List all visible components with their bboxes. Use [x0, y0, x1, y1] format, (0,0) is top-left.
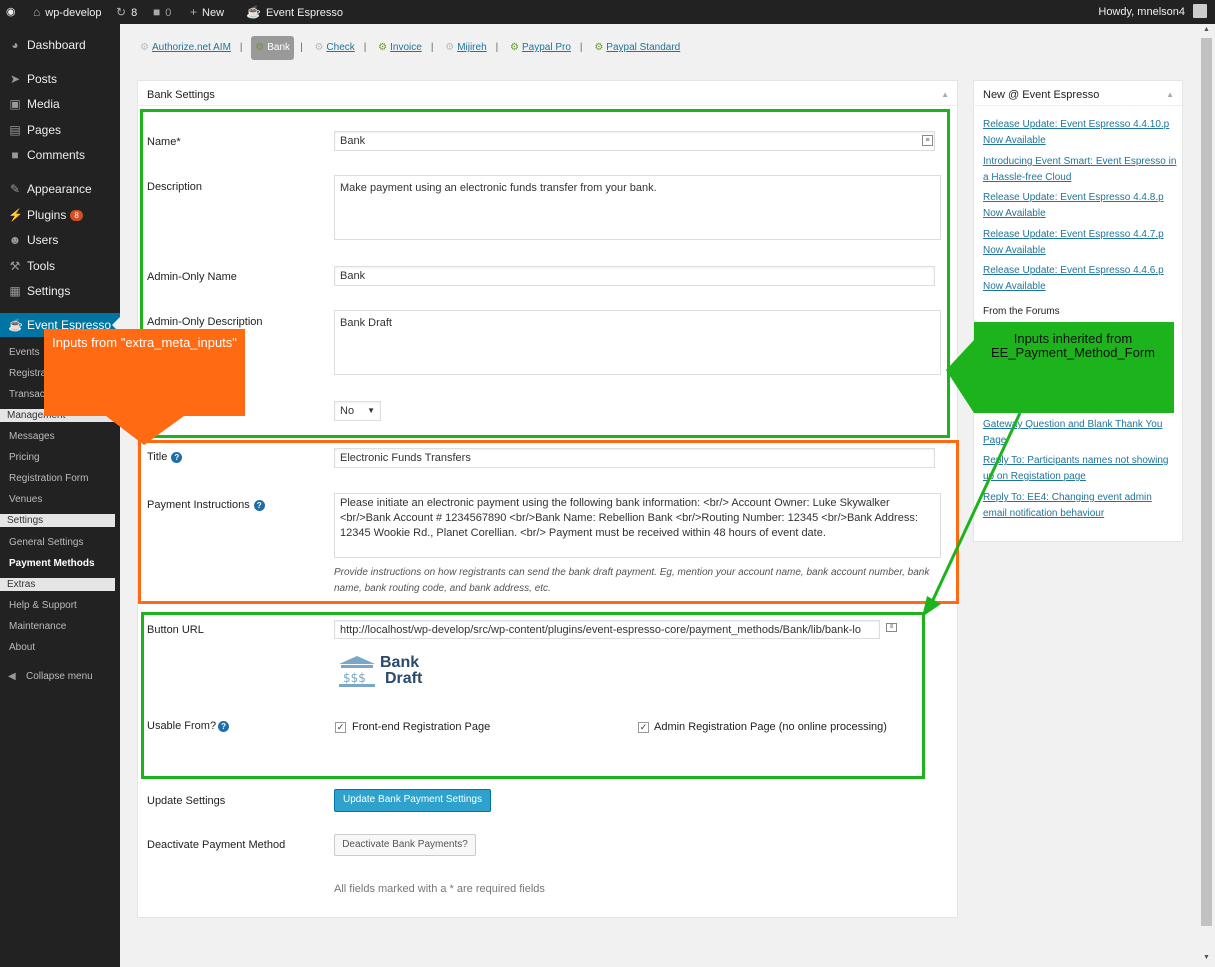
submenu-registration-form[interactable]: Registration Form — [0, 469, 120, 489]
plug-icon: ⚡ — [8, 208, 23, 222]
comment-icon: ■ — [11, 148, 19, 162]
divider — [974, 105, 1182, 106]
refresh-icon: ↻ — [116, 5, 127, 19]
updates-link[interactable]: ↻ 8 — [116, 0, 137, 24]
inherited-inputs-box-2 — [141, 612, 925, 779]
media-icon: ▣ — [9, 97, 21, 111]
gear-icon: ⚙ — [378, 42, 388, 53]
news-link[interactable]: Introducing Event Smart: Event Espresso … — [983, 154, 1178, 186]
menu-appearance[interactable]: ✎ Appearance — [0, 178, 120, 200]
panel-title: Bank Settings — [147, 89, 215, 101]
deactivate-label: Deactivate Payment Method — [147, 839, 286, 851]
section-settings: Settings — [0, 514, 115, 527]
gateway-tabs: ⚙ Authorize.net AIM | ⚙ Bank | ⚙ Check | ⚙ Invo… — [137, 36, 683, 60]
news-link[interactable]: Release Update: Event Espresso 4.4.7.p N… — [983, 227, 1178, 259]
green-callout-text: Inputs inherited from EE_Payment_Method_… — [990, 331, 1156, 360]
plus-icon: + — [190, 5, 198, 19]
gear-icon: ⚙ — [510, 42, 519, 53]
inherited-inputs-box — [140, 109, 950, 438]
widget-title: New @ Event Espresso — [983, 89, 1100, 101]
admin-bar: ◉ ⌂ wp-develop ↻ 8 ■ 0 + New ☕ Event Espresso… — [0, 0, 1215, 24]
tab-bank[interactable]: ⚙ Bank — [251, 36, 295, 60]
menu-plugins[interactable]: ⚡ Plugins 8 — [0, 204, 120, 226]
pages-icon: ▤ — [9, 123, 21, 137]
wordpress-logo-icon[interactable]: ◉ — [6, 0, 16, 24]
tab-authorize-net[interactable]: ⚙ Authorize.net AIM — [137, 36, 234, 60]
collapse-icon: ◀ — [8, 671, 16, 682]
espresso-icon: ☕ — [246, 5, 261, 19]
required-fields-note: All fields marked with a * are required … — [334, 883, 545, 895]
orange-callout-text: Inputs from "extra_meta_inputs" — [52, 335, 237, 350]
submenu-pricing[interactable]: Pricing — [0, 448, 120, 468]
divider — [138, 105, 957, 106]
espresso-icon: ☕ — [8, 318, 23, 332]
deactivate-button[interactable]: Deactivate Bank Payments? — [334, 834, 476, 856]
news-link[interactable]: Release Update: Event Espresso 4.4.10.p … — [983, 117, 1178, 149]
collapse-menu[interactable]: ◀ Collapse menu — [0, 667, 120, 687]
event-espresso-bar-link[interactable]: ☕ Event Espresso — [246, 0, 343, 24]
submenu-payment-methods[interactable]: Payment Methods — [0, 554, 120, 574]
menu-pages[interactable]: ▤ Pages — [0, 119, 120, 141]
menu-media[interactable]: ▣ Media — [0, 93, 120, 115]
menu-users[interactable]: ☻ Users — [0, 229, 120, 251]
collapse-widget-icon[interactable]: ▲ — [1166, 90, 1174, 99]
scrollbar-thumb[interactable] — [1201, 38, 1212, 926]
menu-comments[interactable]: ■ Comments — [0, 144, 120, 166]
plugins-update-badge: 8 — [70, 210, 83, 222]
gear-icon: ⚙ — [445, 42, 455, 53]
scroll-down-icon[interactable]: ▼ — [1203, 954, 1210, 961]
tab-invoice[interactable]: ⚙ Invoice — [375, 36, 425, 60]
avatar[interactable] — [1193, 4, 1207, 18]
pin-icon: ➤ — [9, 72, 21, 86]
submenu-about[interactable]: About — [0, 638, 120, 658]
comment-icon: ■ — [153, 5, 161, 19]
comments-link[interactable]: ■ 0 — [153, 0, 171, 24]
gear-icon: ⚙ — [140, 42, 149, 53]
tab-paypal-standard[interactable]: ⚙ Paypal Standard — [591, 36, 683, 60]
update-settings-label: Update Settings — [147, 795, 226, 807]
news-link[interactable]: Release Update: Event Espresso 4.4.6.p N… — [983, 263, 1178, 295]
user-icon: ☻ — [8, 233, 22, 247]
submenu-maintenance[interactable]: Maintenance — [0, 617, 120, 637]
menu-tools[interactable]: ⚒ Tools — [0, 255, 120, 277]
tab-mijireh[interactable]: ⚙ Mijireh — [442, 36, 489, 60]
green-callout-shape — [922, 322, 1174, 617]
submenu-help-support[interactable]: Help & Support — [0, 596, 120, 616]
gear-icon: ⚙ — [314, 42, 324, 53]
howdy-user[interactable]: Howdy, mnelson4 — [1098, 0, 1185, 24]
menu-posts[interactable]: ➤ Posts — [0, 68, 120, 90]
extra-meta-inputs-box — [138, 440, 959, 604]
settings-icon: ▦ — [9, 284, 21, 298]
tab-paypal-pro[interactable]: ⚙ Paypal Pro — [507, 36, 574, 60]
menu-settings[interactable]: ▦ Settings — [0, 280, 120, 302]
section-extras: Extras — [0, 578, 115, 591]
dashboard-icon: ◕ — [11, 38, 19, 52]
collapse-panel-icon[interactable]: ▲ — [941, 90, 949, 99]
tab-check[interactable]: ⚙ Check — [311, 36, 357, 60]
scroll-up-icon[interactable]: ▲ — [1203, 26, 1210, 33]
gear-icon: ⚙ — [255, 42, 265, 53]
news-link[interactable]: Release Update: Event Espresso 4.4.8.p N… — [983, 190, 1178, 222]
forums-title: From the Forums — [983, 306, 1060, 317]
update-settings-button[interactable]: Update Bank Payment Settings — [334, 789, 491, 812]
site-name-link[interactable]: ⌂ wp-develop — [33, 0, 102, 24]
submenu-general-settings[interactable]: General Settings — [0, 533, 120, 553]
home-icon: ⌂ — [33, 5, 41, 19]
brush-icon: ✎ — [9, 182, 21, 196]
gear-icon: ⚙ — [594, 42, 604, 53]
wrench-icon: ⚒ — [9, 259, 21, 273]
submenu-venues[interactable]: Venues — [0, 490, 120, 510]
new-content-link[interactable]: + New — [190, 0, 224, 24]
menu-dashboard[interactable]: ◕ Dashboard — [0, 34, 120, 56]
